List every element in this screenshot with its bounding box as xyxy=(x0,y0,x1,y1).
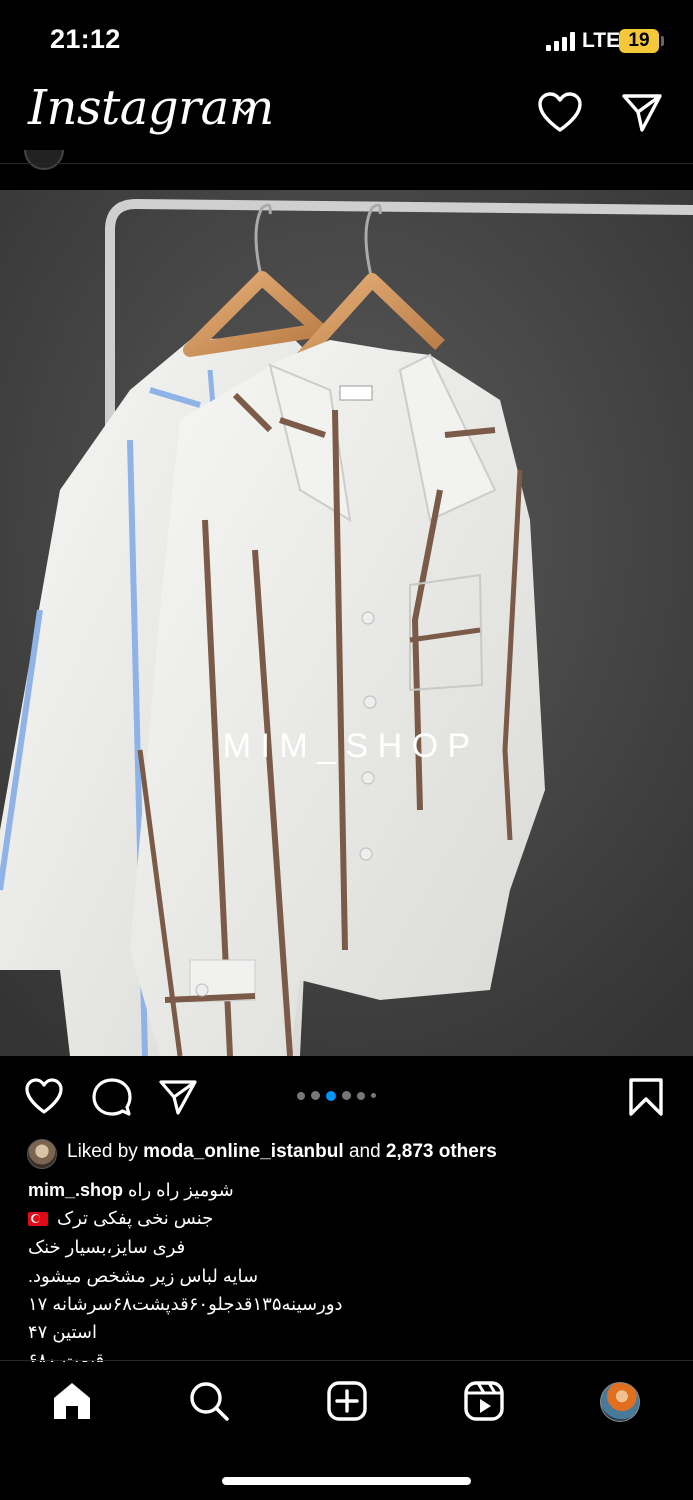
caption-line: سایه لباس زیر مشخص میشود. xyxy=(28,1266,259,1286)
home-icon[interactable] xyxy=(51,1380,93,1422)
comment-icon[interactable] xyxy=(92,1077,132,1117)
caption-line: جنس نخی پفکی ترک xyxy=(57,1208,214,1228)
header-divider xyxy=(0,163,693,164)
shirts-photo xyxy=(0,190,693,1056)
battery-cap xyxy=(661,36,664,46)
post-photo[interactable] xyxy=(0,190,693,1056)
liked-by-others[interactable]: 2,873 others xyxy=(386,1141,497,1162)
carousel-indicator xyxy=(294,1087,379,1101)
carousel-dot xyxy=(357,1091,365,1100)
carousel-dot xyxy=(342,1091,351,1101)
caption-first-line: mim_.shop شومیز راه راه xyxy=(28,1180,234,1201)
notifications-heart-icon[interactable] xyxy=(536,90,584,136)
search-icon[interactable] xyxy=(188,1380,230,1422)
battery-icon: 19 xyxy=(619,29,659,53)
network-label: LTE xyxy=(582,29,621,52)
post-author-avatar[interactable] xyxy=(24,150,64,172)
liked-by-user[interactable]: moda_online_istanbul xyxy=(143,1141,344,1162)
status-time: 21:12 xyxy=(50,24,121,54)
caption-username[interactable]: mim_.shop xyxy=(28,1180,123,1200)
signal-icon xyxy=(546,32,578,51)
caption-line: استین ۴۷ xyxy=(28,1322,97,1342)
carousel-dot xyxy=(371,1093,376,1099)
like-heart-icon[interactable] xyxy=(24,1077,64,1117)
liked-by-prefix: Liked by xyxy=(67,1141,138,1162)
create-icon[interactable] xyxy=(326,1380,368,1422)
save-icon[interactable] xyxy=(626,1077,666,1117)
carousel-dot xyxy=(297,1091,305,1100)
liked-by-and: and xyxy=(348,1141,381,1162)
chevron-down-icon[interactable] xyxy=(234,100,256,122)
caption-line-2: جنس نخی پفکی ترک xyxy=(28,1208,213,1229)
profile-avatar[interactable] xyxy=(600,1382,640,1422)
direct-message-icon[interactable] xyxy=(620,90,664,134)
caption-line: فری سایز،بسیار خنک xyxy=(28,1237,186,1257)
turkey-flag-icon xyxy=(28,1212,48,1227)
caption-line: شومیز راه راه xyxy=(128,1180,234,1200)
liked-by-avatar[interactable] xyxy=(27,1139,57,1169)
likes-line[interactable]: Liked by moda_online_istanbul and 2,873 … xyxy=(67,1141,497,1163)
caption[interactable]: mim_.shop شومیز راه راه جنس نخی پفکی ترک… xyxy=(0,1170,693,1362)
nav-divider xyxy=(0,1360,693,1361)
home-indicator[interactable] xyxy=(222,1477,471,1485)
carousel-dot xyxy=(311,1091,320,1101)
share-icon[interactable] xyxy=(158,1077,198,1117)
reels-icon[interactable] xyxy=(463,1380,505,1422)
caption-line: دورسینه۱۳۵قدجلو۶۰قدپشت۶۸سرشانه ۱۷ xyxy=(28,1294,343,1314)
carousel-dot-active xyxy=(326,1090,336,1101)
